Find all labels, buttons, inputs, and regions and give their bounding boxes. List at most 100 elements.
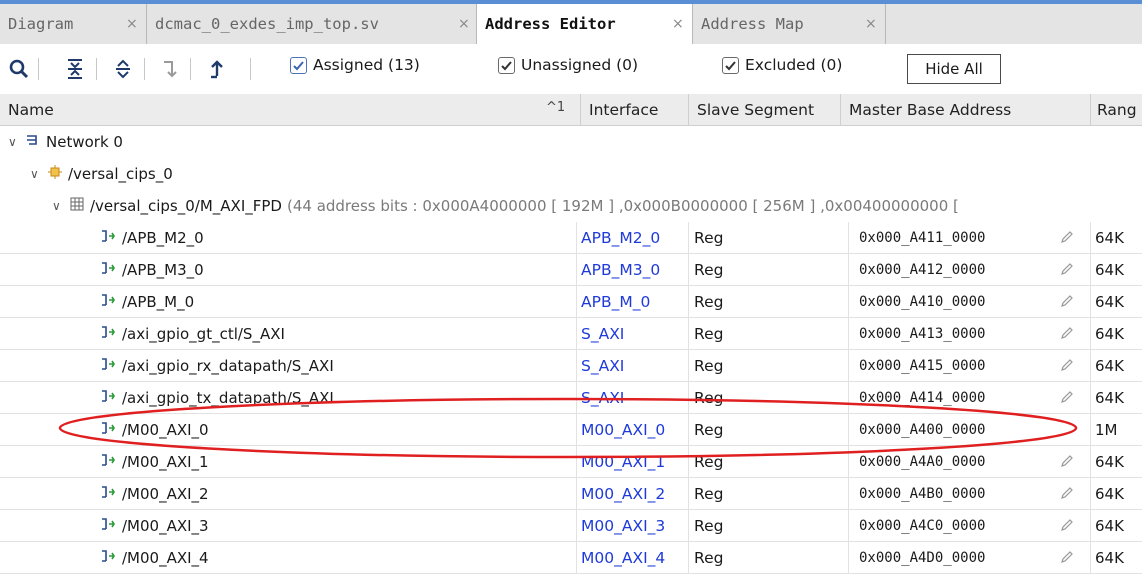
edit-icon[interactable] (1060, 358, 1074, 376)
tab-address-map[interactable]: Address Map × (692, 4, 885, 44)
interface-link[interactable]: M00_AXI_3 (576, 510, 688, 541)
tab-diagram[interactable]: Diagram × (0, 4, 146, 44)
column-header-interface[interactable]: Interface (580, 94, 688, 125)
edit-icon[interactable] (1060, 486, 1074, 504)
edit-icon[interactable] (1060, 518, 1074, 536)
range-value[interactable]: 64K (1090, 446, 1142, 477)
slave-segment: Reg (688, 318, 840, 349)
network-label: Network 0 (46, 132, 123, 151)
range-value[interactable]: 64K (1090, 382, 1142, 413)
range-value[interactable]: 64K (1090, 318, 1142, 349)
close-icon[interactable]: × (126, 16, 138, 32)
tab-label: Address Map (701, 15, 804, 33)
search-icon[interactable] (8, 58, 30, 80)
master-base-address[interactable]: 0x000_A413_0000 (848, 318, 1048, 349)
master-base-address[interactable]: 0x000_A414_0000 (848, 382, 1048, 413)
master-base-address[interactable]: 0x000_A410_0000 (848, 286, 1048, 317)
interface-link[interactable]: M00_AXI_4 (576, 542, 688, 573)
slave-segment-icon (100, 357, 116, 375)
interface-link[interactable]: APB_M2_0 (576, 222, 688, 253)
assigned-filter-checkbox[interactable]: Assigned (13) (290, 56, 420, 74)
range-value[interactable]: 64K (1090, 222, 1142, 253)
interface-link[interactable]: S_AXI (576, 318, 688, 349)
column-header-range[interactable]: Rang (1090, 94, 1142, 125)
hide-all-button[interactable]: Hide All (907, 54, 1001, 84)
range-value[interactable]: 64K (1090, 510, 1142, 541)
edit-icon[interactable] (1060, 230, 1074, 248)
interface-link[interactable]: S_AXI (576, 350, 688, 381)
table-row[interactable]: /APB_M2_0 APB_M2_0 Reg 0x000_A411_0000 6… (0, 222, 1142, 254)
tree-row-master[interactable]: ∨ /versal_cips_0/M_AXI_FPD (44 address b… (0, 190, 1142, 222)
tree-row-network[interactable]: ∨ Network 0 (0, 126, 1142, 158)
checkbox-checked-icon[interactable] (722, 56, 739, 74)
interface-link[interactable]: M00_AXI_1 (576, 446, 688, 477)
interface-link[interactable]: M00_AXI_2 (576, 478, 688, 509)
table-row[interactable]: /M00_AXI_4 M00_AXI_4 Reg 0x000_A4D0_0000… (0, 542, 1142, 574)
slave-segment-icon (100, 485, 116, 503)
range-value[interactable]: 64K (1090, 350, 1142, 381)
interface-link[interactable]: M00_AXI_0 (576, 414, 688, 445)
range-value[interactable]: 64K (1090, 542, 1142, 573)
excluded-filter-checkbox[interactable]: Excluded (0) (722, 56, 842, 74)
interface-link[interactable]: APB_M_0 (576, 286, 688, 317)
unassigned-filter-checkbox[interactable]: Unassigned (0) (498, 56, 638, 74)
checkbox-checked-icon[interactable] (290, 56, 307, 74)
master-base-address[interactable]: 0x000_A4A0_0000 (848, 446, 1048, 477)
interface-link[interactable]: S_AXI (576, 382, 688, 413)
slave-segment: Reg (688, 510, 840, 541)
table-row[interactable]: /axi_gpio_gt_ctl/S_AXI S_AXI Reg 0x000_A… (0, 318, 1142, 350)
checkbox-checked-icon[interactable] (498, 56, 515, 74)
slave-segment-icon (100, 293, 116, 311)
table-row[interactable]: /axi_gpio_rx_datapath/S_AXI S_AXI Reg 0x… (0, 350, 1142, 382)
edit-icon[interactable] (1060, 550, 1074, 568)
table-row[interactable]: /axi_gpio_tx_datapath/S_AXI S_AXI Reg 0x… (0, 382, 1142, 414)
tree-row-cips[interactable]: ∨ /versal_cips_0 (0, 158, 1142, 190)
table-row[interactable]: /M00_AXI_1 M00_AXI_1 Reg 0x000_A4A0_0000… (0, 446, 1142, 478)
range-value[interactable]: 1M (1090, 414, 1142, 445)
edit-icon[interactable] (1060, 294, 1074, 312)
close-icon[interactable]: × (672, 16, 684, 32)
range-value[interactable]: 64K (1090, 286, 1142, 317)
master-base-address[interactable]: 0x000_A415_0000 (848, 350, 1048, 381)
unassign-icon[interactable] (158, 58, 180, 80)
master-base-address[interactable]: 0x000_A4C0_0000 (848, 510, 1048, 541)
interface-link[interactable]: APB_M3_0 (576, 254, 688, 285)
table-row[interactable]: /M00_AXI_3 M00_AXI_3 Reg 0x000_A4C0_0000… (0, 510, 1142, 542)
collapse-all-icon[interactable] (64, 58, 86, 80)
master-base-address[interactable]: 0x000_A4D0_0000 (848, 542, 1048, 573)
chevron-down-icon[interactable]: ∨ (8, 135, 26, 149)
close-icon[interactable]: × (865, 16, 877, 32)
assign-icon[interactable] (206, 58, 228, 80)
master-base-address[interactable]: 0x000_A412_0000 (848, 254, 1048, 285)
tab-label: Address Editor (485, 15, 616, 33)
edit-icon[interactable] (1060, 454, 1074, 472)
range-value[interactable]: 64K (1090, 254, 1142, 285)
chevron-down-icon[interactable]: ∨ (30, 167, 48, 181)
slave-segment-icon (100, 389, 116, 407)
chevron-down-icon[interactable]: ∨ (52, 199, 70, 213)
edit-icon[interactable] (1060, 326, 1074, 344)
column-header-name[interactable]: Name (0, 94, 580, 125)
master-base-address[interactable]: 0x000_A411_0000 (848, 222, 1048, 253)
edit-icon[interactable] (1060, 262, 1074, 280)
edit-icon[interactable] (1060, 390, 1074, 408)
master-base-address[interactable]: 0x000_A400_0000 (848, 414, 1048, 445)
table-row[interactable]: /APB_M3_0 APB_M3_0 Reg 0x000_A412_0000 6… (0, 254, 1142, 286)
tab-dcmac-sv[interactable]: dcmac_0_exdes_imp_top.sv × (146, 4, 476, 44)
tab-address-editor[interactable]: Address Editor × (476, 4, 692, 44)
slave-name: /axi_gpio_rx_datapath/S_AXI (122, 356, 334, 375)
master-detail: (44 address bits : 0x000A4000000 [ 192M … (286, 196, 959, 215)
column-header-slave-segment[interactable]: Slave Segment (688, 94, 840, 125)
range-value[interactable]: 64K (1090, 478, 1142, 509)
slave-name: /M00_AXI_4 (122, 548, 209, 567)
table-row[interactable]: /M00_AXI_2 M00_AXI_2 Reg 0x000_A4B0_0000… (0, 478, 1142, 510)
expand-all-icon[interactable] (112, 58, 134, 80)
slave-name: /M00_AXI_1 (122, 452, 209, 471)
slave-segment: Reg (688, 350, 840, 381)
table-row[interactable]: /APB_M_0 APB_M_0 Reg 0x000_A410_0000 64K (0, 286, 1142, 318)
column-header-master-base-address[interactable]: Master Base Address (840, 94, 1090, 125)
table-row-highlighted[interactable]: /M00_AXI_0 M00_AXI_0 Reg 0x000_A400_0000… (0, 414, 1142, 446)
slave-name: /axi_gpio_tx_datapath/S_AXI (122, 388, 334, 407)
close-icon[interactable]: × (458, 16, 470, 32)
master-base-address[interactable]: 0x000_A4B0_0000 (848, 478, 1048, 509)
